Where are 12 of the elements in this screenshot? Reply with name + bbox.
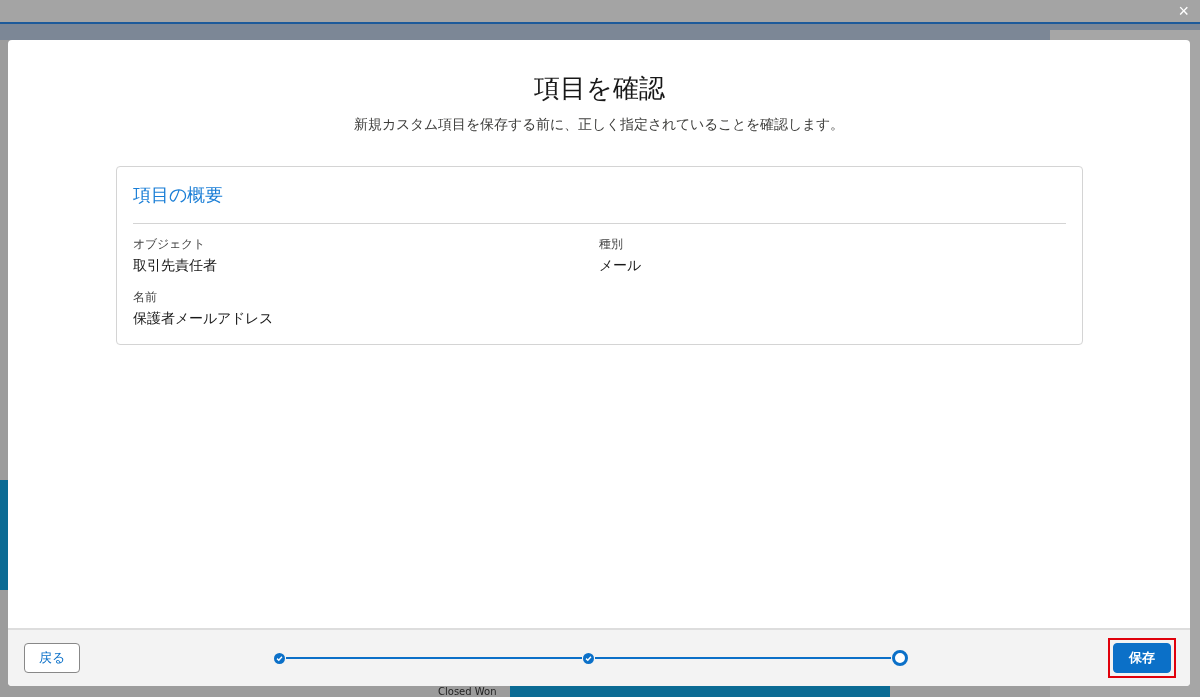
stage-label: Closed Won <box>438 686 497 697</box>
field-label: オブジェクト <box>132 236 206 253</box>
field-value: 取引先責任者 <box>132 257 218 275</box>
modal-title: 項目を確認 <box>533 72 665 105</box>
field-label: 種別 <box>598 236 624 253</box>
field-value: 保護者メールアドレス <box>132 310 274 328</box>
modal-subtitle: 新規カスタム項目を保存する前に、正しく指定されていることを確認します。 <box>354 116 844 134</box>
back-button[interactable]: 戻る <box>24 643 80 673</box>
save-button[interactable]: 保存 <box>1113 643 1171 673</box>
field-value: メール <box>598 257 642 275</box>
card-heading: 項目の概要 <box>132 181 1066 224</box>
field-label: 名前 <box>132 289 158 306</box>
